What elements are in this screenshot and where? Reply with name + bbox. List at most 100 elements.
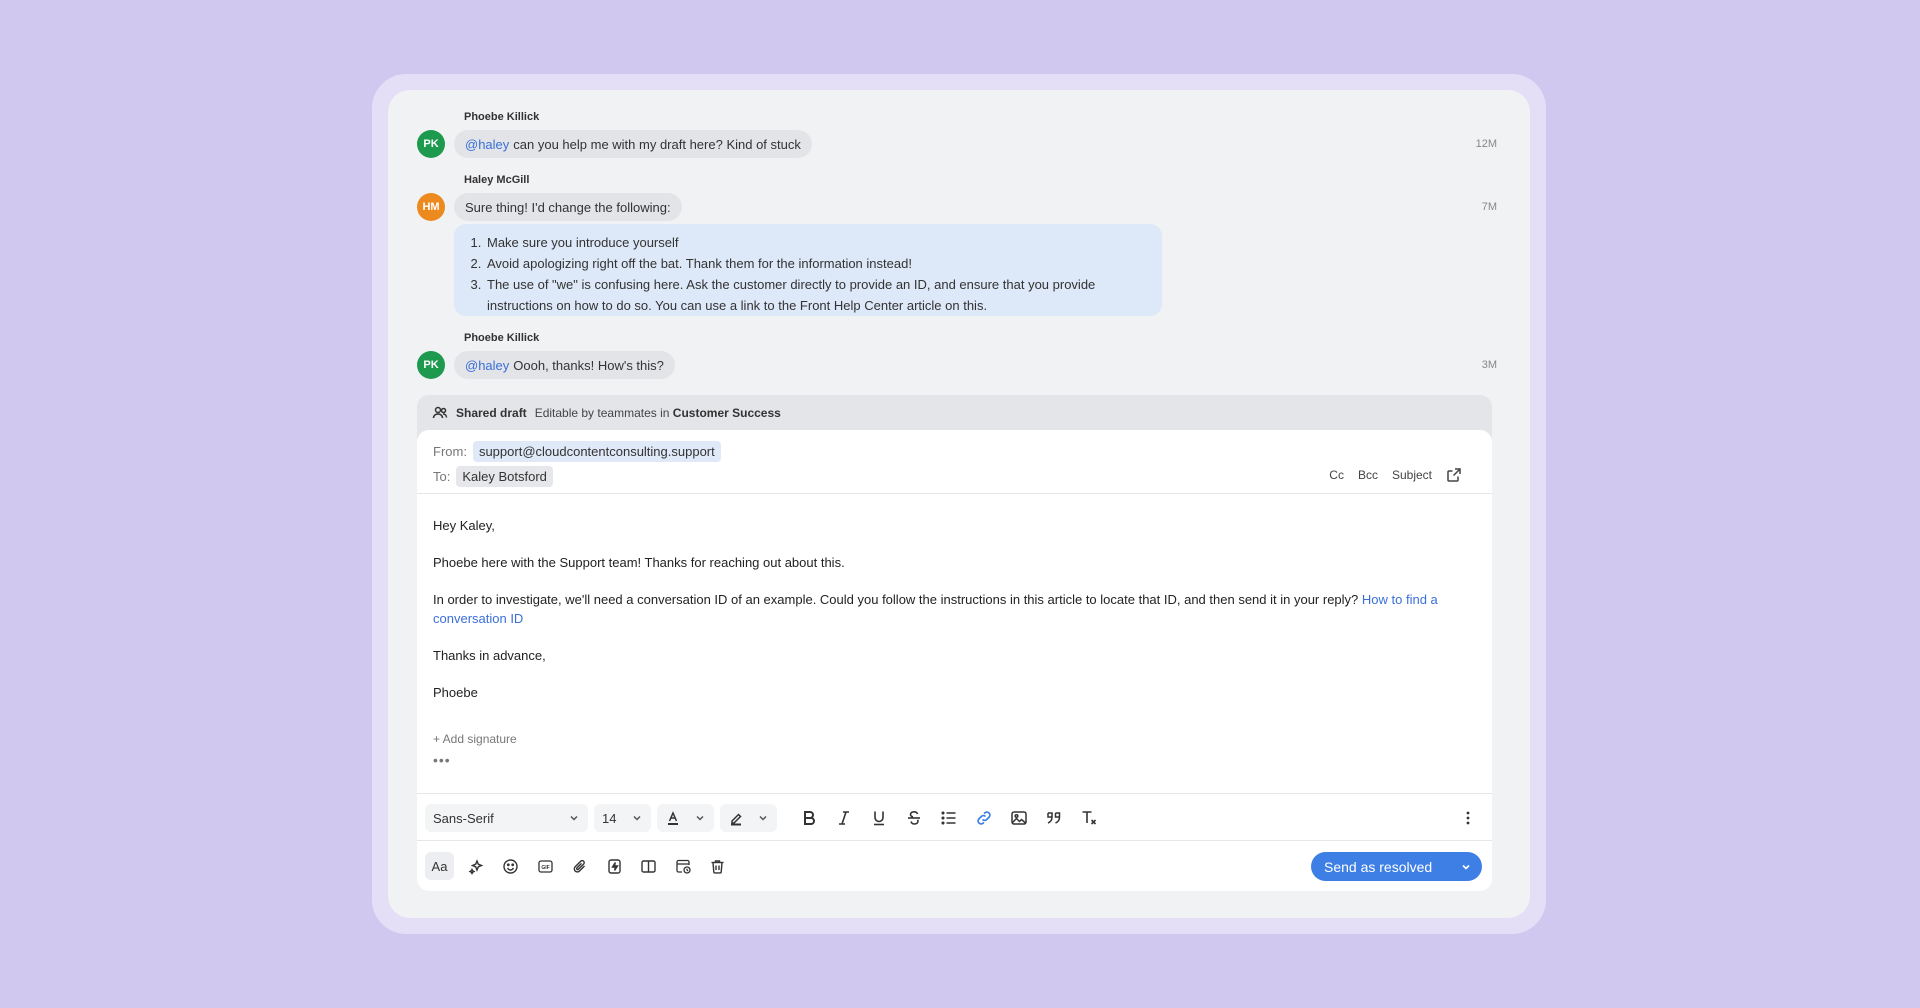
message-text: Oooh, thanks! How's this? bbox=[513, 357, 664, 373]
send-as-resolved-button[interactable]: Send as resolved bbox=[1311, 852, 1482, 881]
team-name[interactable]: Customer Success bbox=[673, 406, 781, 420]
underline-button[interactable] bbox=[861, 804, 896, 832]
discard-draft-button[interactable] bbox=[701, 852, 736, 880]
avatar[interactable]: PK bbox=[417, 130, 445, 158]
message-item: Haley McGill HM Sure thing! I'd change t… bbox=[417, 174, 1497, 316]
quote-button[interactable] bbox=[1036, 804, 1071, 832]
to-label: To: bbox=[433, 469, 451, 484]
shared-draft-header: Shared draft Editable by teammates in Cu… bbox=[417, 395, 1492, 431]
body-closing: Thanks in advance, bbox=[433, 648, 546, 663]
to-row: To: Kaley Botsford bbox=[433, 466, 553, 487]
emoji-button[interactable] bbox=[494, 852, 529, 880]
clear-formatting-button[interactable] bbox=[1071, 804, 1106, 832]
gif-button[interactable]: GIF bbox=[528, 852, 563, 880]
paperclip-icon bbox=[573, 859, 586, 873]
subject-button[interactable]: Subject bbox=[1392, 468, 1432, 482]
formatting-toolbar: Sans-Serif 14 bbox=[425, 804, 1106, 832]
send-options-dropdown[interactable] bbox=[1450, 852, 1482, 881]
to-recipient-chip[interactable]: Kaley Botsford bbox=[456, 466, 553, 487]
insert-image-button[interactable] bbox=[1001, 804, 1036, 832]
attach-file-button[interactable] bbox=[563, 852, 598, 880]
divider bbox=[417, 793, 1492, 794]
link-icon bbox=[976, 811, 991, 825]
popout-icon[interactable] bbox=[1446, 467, 1462, 483]
body-paragraph: In order to investigate, we'll need a co… bbox=[433, 590, 1473, 628]
mention-link[interactable]: @haley bbox=[465, 358, 509, 373]
message-author: Phoebe Killick bbox=[464, 111, 540, 123]
add-signature-button[interactable]: + Add signature bbox=[433, 732, 517, 746]
sparkle-icon bbox=[468, 858, 484, 875]
chevron-down-icon bbox=[633, 815, 641, 821]
knowledge-base-button[interactable] bbox=[632, 852, 667, 880]
italic-icon bbox=[838, 811, 849, 825]
cc-button[interactable]: Cc bbox=[1329, 468, 1344, 482]
message-item: Phoebe Killick PK @haley can you help me… bbox=[417, 111, 1497, 161]
book-icon bbox=[641, 859, 656, 873]
bold-icon bbox=[803, 811, 815, 825]
list-item: Make sure you introduce yourself bbox=[485, 232, 1148, 253]
lightning-doc-icon bbox=[608, 858, 621, 874]
bcc-button[interactable]: Bcc bbox=[1358, 468, 1378, 482]
message-bubble: @haley can you help me with my draft her… bbox=[454, 130, 812, 158]
divider bbox=[417, 493, 1492, 494]
strikethrough-button[interactable] bbox=[896, 804, 931, 832]
image-icon bbox=[1010, 811, 1027, 825]
bulleted-list-button[interactable] bbox=[931, 804, 966, 832]
highlight-color-select[interactable] bbox=[720, 804, 777, 832]
italic-button[interactable] bbox=[826, 804, 861, 832]
from-row: From: support@cloudcontentconsulting.sup… bbox=[433, 441, 721, 462]
message-bubble: @haley Oooh, thanks! How's this? bbox=[454, 351, 675, 379]
bold-button[interactable] bbox=[791, 804, 826, 832]
show-trimmed-content-button[interactable]: ••• bbox=[433, 752, 451, 768]
svg-text:GIF: GIF bbox=[541, 864, 549, 870]
formatting-toggle-button[interactable]: Aa bbox=[425, 852, 454, 880]
message-timestamp: 7M bbox=[1481, 201, 1497, 213]
chevron-down-icon bbox=[570, 815, 578, 821]
kebab-menu-icon bbox=[1466, 811, 1470, 825]
schedule-send-button[interactable] bbox=[666, 852, 701, 880]
send-button-label: Send as resolved bbox=[1324, 858, 1433, 875]
suggestion-list: Make sure you introduce yourself Avoid a… bbox=[468, 232, 1148, 316]
message-bubble: Sure thing! I'd change the following: bbox=[454, 193, 682, 221]
text-color-icon bbox=[668, 811, 678, 825]
clear-formatting-icon bbox=[1082, 811, 1096, 825]
insert-message-template-button[interactable] bbox=[597, 852, 632, 880]
list-item: The use of "we" is confusing here. Ask t… bbox=[485, 274, 1148, 316]
insert-link-button[interactable] bbox=[966, 804, 1001, 832]
chevron-down-icon bbox=[759, 815, 767, 821]
list-item: Avoid apologizing right off the bat. Tha… bbox=[485, 253, 1148, 274]
message-timestamp: 3M bbox=[1481, 359, 1497, 371]
editable-by-text: Editable by teammates in bbox=[534, 406, 670, 420]
email-body-editor[interactable]: Hey Kaley, Phoebe here with the Support … bbox=[433, 516, 1473, 720]
emoji-icon bbox=[503, 858, 518, 874]
avatar[interactable]: HM bbox=[417, 193, 445, 221]
composer-action-bar: Aa GIF bbox=[425, 852, 735, 880]
font-size-select[interactable]: 14 bbox=[594, 804, 651, 832]
body-greeting: Hey Kaley, bbox=[433, 518, 495, 533]
from-address[interactable]: support@cloudcontentconsulting.support bbox=[472, 441, 721, 462]
body-signature: Phoebe bbox=[433, 685, 478, 700]
body-line: Phoebe here with the Support team! Thank… bbox=[433, 555, 845, 570]
font-size-value: 14 bbox=[602, 810, 617, 826]
mention-link[interactable]: @haley bbox=[465, 137, 509, 152]
shared-draft-card: Shared draft Editable by teammates in Cu… bbox=[417, 395, 1492, 891]
gif-icon: GIF bbox=[538, 859, 553, 873]
more-options-button[interactable] bbox=[1458, 804, 1478, 832]
message-list-bubble: Make sure you introduce yourself Avoid a… bbox=[454, 224, 1162, 316]
strikethrough-icon bbox=[907, 811, 920, 825]
users-icon bbox=[432, 406, 448, 419]
underline-icon bbox=[873, 811, 884, 826]
font-family-select[interactable]: Sans-Serif bbox=[425, 804, 588, 832]
list-icon bbox=[940, 811, 955, 825]
quote-icon bbox=[1046, 812, 1060, 824]
shared-draft-label: Shared draft bbox=[456, 406, 527, 420]
chevron-down-icon bbox=[1462, 864, 1470, 870]
avatar[interactable]: PK bbox=[417, 351, 445, 379]
trash-icon bbox=[711, 859, 724, 874]
ai-assist-button[interactable] bbox=[459, 852, 494, 880]
calendar-clock-icon bbox=[676, 859, 691, 874]
message-author: Phoebe Killick bbox=[464, 332, 540, 344]
text-color-select[interactable] bbox=[657, 804, 714, 832]
message-author: Haley McGill bbox=[464, 174, 530, 186]
highlighter-icon bbox=[731, 813, 742, 826]
